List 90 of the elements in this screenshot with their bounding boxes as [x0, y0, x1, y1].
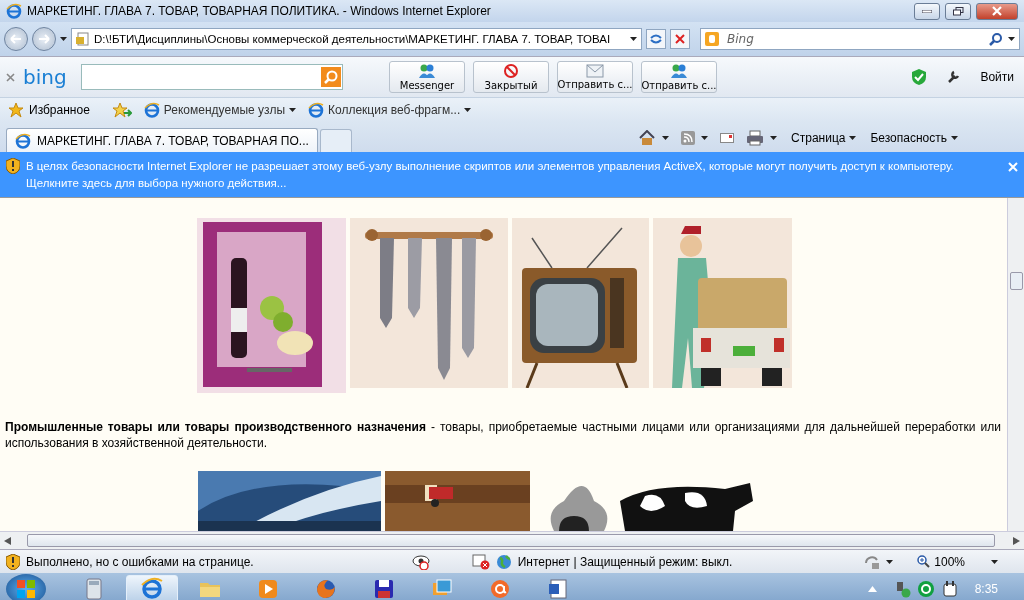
scroll-right-icon[interactable] — [1013, 536, 1020, 545]
paragraph: Промышленные товары или товары производственного назначения - товары, приобретаемые частными лицами или организациями для дальнейшей переработки или использования в хозяйственной деятельности. — [5, 419, 1001, 451]
caret-icon[interactable] — [630, 37, 637, 41]
refresh-icon — [649, 33, 663, 45]
info-message: Щелкните здесь для выбора нужного действия... — [26, 176, 288, 191]
search-field[interactable] — [81, 64, 343, 90]
windows-logo-icon — [16, 579, 36, 599]
privacy-eye-icon[interactable] — [411, 553, 430, 570]
document-icon — [546, 577, 570, 600]
caret-icon[interactable] — [289, 108, 296, 112]
back-button[interactable] — [4, 27, 28, 51]
minimize-icon — [922, 9, 932, 13]
back-arrow-icon — [10, 34, 22, 44]
people-icon — [418, 63, 436, 79]
search-box[interactable]: Bing — [700, 28, 1020, 50]
scroll-left-icon[interactable] — [4, 536, 11, 545]
shield-icon — [912, 69, 927, 85]
page-icon — [76, 32, 90, 46]
address-field[interactable]: D:\!БТИ\Дисциплины\Основы коммерческой деятельности\МАРКЕТИНГ. ГЛАВА 7. ТОВАР, ТОВАI — [71, 28, 642, 50]
caret-icon[interactable] — [849, 136, 857, 140]
taskbar-button[interactable] — [126, 575, 178, 600]
at-sign-icon — [488, 577, 512, 600]
close-icon — [992, 6, 1002, 16]
lock-arrow-icon[interactable] — [864, 553, 881, 570]
status-message: Выполнено, но с ошибками на странице. — [26, 554, 254, 569]
search-field[interactable]: Bing — [725, 31, 983, 47]
window-title: МАРКЕТИНГ. ГЛАВА 7. ТОВАР, ТОВАРНАЯ ПОЛИТИКА. - Windows Internet Explorer — [27, 4, 492, 18]
toolbar-button[interactable]: Закрытый — [473, 61, 549, 93]
restore-icon — [952, 6, 964, 16]
browser-icon — [143, 102, 160, 118]
toolbar-button[interactable]: Отправить с... — [641, 61, 717, 93]
close-icon[interactable] — [6, 72, 15, 82]
favorites-button[interactable]: Избранное — [8, 102, 90, 118]
security-zone: Интернет | Защищенный режим: выкл. — [517, 554, 733, 569]
caret-icon[interactable] — [886, 559, 894, 564]
envelope-icon — [586, 64, 604, 78]
printer-icon[interactable] — [746, 130, 765, 146]
bing-logo-icon — [705, 32, 719, 46]
blocked-page-icon[interactable] — [471, 553, 490, 570]
history-caret-icon[interactable] — [60, 37, 67, 41]
restore-button[interactable] — [945, 2, 971, 20]
favorites-link[interactable]: Коллекция веб-фрагм... — [308, 102, 472, 118]
caret-icon[interactable] — [662, 136, 670, 140]
play-icon — [256, 577, 280, 600]
wrench-icon[interactable] — [946, 70, 961, 84]
caret-icon[interactable] — [701, 136, 709, 140]
toolbar-button[interactable]: Отправить с... — [557, 61, 633, 93]
blocked-icon — [503, 63, 519, 79]
favorites-link[interactable]: Рекомендуемые узлы — [143, 102, 296, 118]
envelope-icon[interactable] — [720, 133, 735, 143]
stop-icon — [675, 34, 685, 44]
refresh-button[interactable] — [646, 29, 666, 49]
zoom-level[interactable]: 100% — [917, 554, 965, 569]
add-favorite-icon[interactable] — [111, 102, 132, 118]
home-icon[interactable] — [638, 130, 657, 146]
minimize-button[interactable] — [914, 2, 940, 20]
caret-icon[interactable] — [770, 136, 778, 140]
caret-icon[interactable] — [951, 136, 958, 140]
horizontal-scrollbar[interactable] — [0, 531, 1024, 549]
warning-shield-icon[interactable] — [6, 553, 20, 570]
ring-icon[interactable] — [916, 580, 935, 598]
browser-icon — [308, 102, 324, 118]
browser-icon — [140, 577, 164, 600]
browser-icon — [6, 3, 22, 19]
command-menu[interactable]: Страница — [791, 131, 857, 145]
browser-icon — [15, 132, 31, 149]
globe-icon — [495, 553, 512, 570]
zoom-icon — [917, 555, 931, 568]
clock: 8:35 — [974, 582, 998, 596]
command-menu[interactable]: Безопасность — [870, 131, 958, 145]
information-bar[interactable] — [0, 152, 1024, 197]
toolbar-button[interactable]: Messenger — [389, 61, 465, 93]
close-button[interactable] — [976, 2, 1018, 20]
search-icon[interactable] — [989, 32, 1002, 46]
warning-shield-icon — [6, 158, 20, 174]
people-icon — [670, 63, 688, 79]
start-button[interactable] — [6, 574, 46, 600]
caret-icon[interactable] — [464, 108, 472, 112]
forward-arrow-icon — [38, 34, 50, 44]
browser-tab[interactable]: МАРКЕТИНГ. ГЛАВА 7. ТОВАР, ТОВАРНАЯ ПО... — [6, 128, 318, 152]
feed-icon[interactable] — [681, 131, 696, 145]
vertical-scrollbar[interactable] — [1007, 198, 1024, 531]
fox-globe-icon — [314, 577, 338, 600]
sign-in-link[interactable]: Войти — [980, 70, 1014, 84]
star-icon — [8, 102, 24, 118]
bing-logo: bing — [23, 65, 68, 89]
caret-icon[interactable] — [1008, 37, 1015, 41]
caret-icon[interactable] — [991, 559, 998, 564]
info-message: В целях безопасности Internet Explorer не разрешает этому веб-узлу выполнение скриптов или элементов управления ActiveX, которые могут получить доступ к компьютеру. — [26, 159, 955, 174]
stop-button[interactable] — [670, 29, 690, 49]
